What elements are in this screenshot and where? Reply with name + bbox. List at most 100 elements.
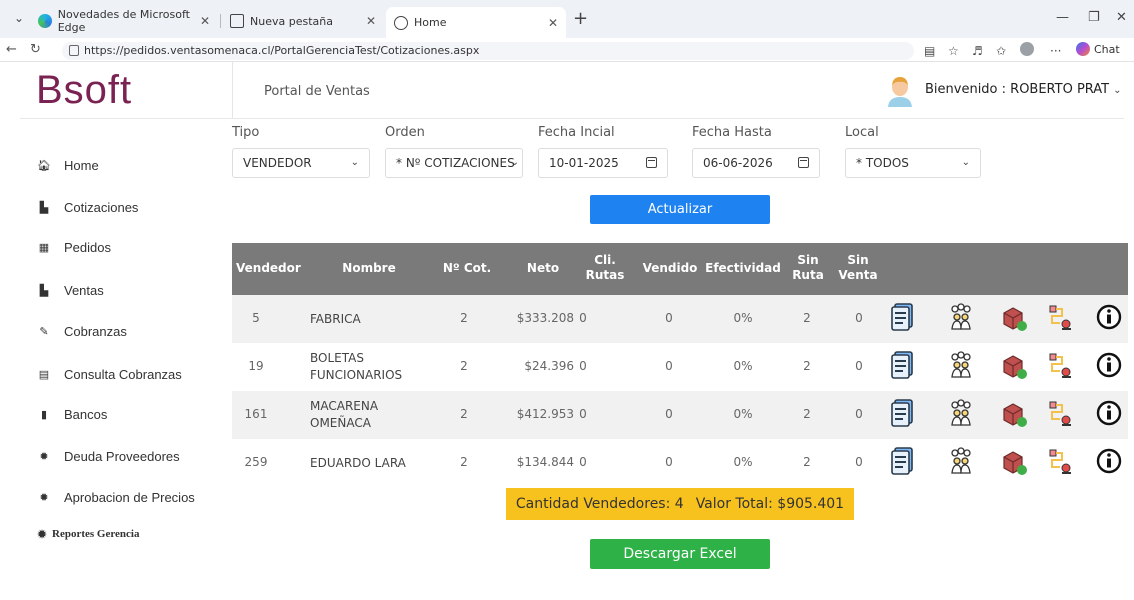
team-icon[interactable] — [948, 399, 974, 427]
sidebar-item-aprobacion-precios[interactable]: ✹ Aprobacion de Precios — [38, 490, 194, 505]
fecha-inicial-value: 10-01-2025 — [549, 156, 619, 170]
cell-ncot: 2 — [460, 359, 468, 373]
info-icon[interactable] — [1096, 399, 1122, 427]
cell-vendedor: 259 — [244, 455, 268, 469]
tab-divider — [220, 14, 221, 28]
table-row: 5 FABRICA 2 $333.208 0 0 0% 2 0 — [232, 295, 1128, 343]
minimize-icon[interactable]: — — [1056, 10, 1069, 25]
orden-select[interactable]: * Nº COTIZACIONES ⌄ — [385, 148, 523, 178]
back-icon[interactable]: ← — [6, 42, 17, 57]
cell-neto: $24.396 — [524, 359, 574, 373]
cell-cli-rutas: 0 — [579, 407, 587, 421]
sidebar-item-consulta-cobranzas[interactable]: ▤ Consulta Cobranzas — [38, 367, 182, 382]
cell-neto: $333.208 — [516, 311, 574, 325]
favorite-star-icon[interactable]: ☆ — [948, 44, 959, 58]
descargar-excel-button[interactable]: Descargar Excel — [590, 539, 770, 569]
close-tab-icon[interactable]: ✕ — [548, 16, 558, 30]
file-icon: ▙ — [39, 285, 49, 297]
cell-cli-rutas: 0 — [579, 455, 587, 469]
route-map-icon[interactable] — [1048, 448, 1074, 476]
cell-nombre: FABRICA — [310, 311, 420, 328]
actualizar-button[interactable]: Actualizar — [590, 195, 770, 224]
info-icon[interactable] — [1096, 351, 1122, 379]
package-check-icon[interactable] — [1002, 401, 1028, 429]
cell-vendedor: 19 — [248, 359, 264, 373]
new-tab-button[interactable]: + — [573, 8, 588, 29]
calendar-icon[interactable] — [798, 157, 809, 168]
team-icon[interactable] — [948, 447, 974, 475]
tab-label: Novedades de Microsoft Edge — [57, 8, 190, 34]
sidebar-item-reportes-gerencia[interactable]: ✹ Reportes Gerencia — [36, 528, 140, 541]
sidebar-item-ventas[interactable]: ▙ Ventas — [38, 283, 104, 298]
package-check-icon[interactable] — [1002, 305, 1028, 333]
cell-sin-ruta: 2 — [803, 359, 811, 373]
cell-neto: $134.844 — [516, 455, 574, 469]
copilot-chat-button[interactable]: Chat — [1076, 42, 1120, 56]
chevron-down-icon: ⌄ — [1113, 85, 1122, 96]
fecha-hasta-input[interactable]: 06-06-2026 — [692, 148, 820, 178]
sidebar-item-label: Pedidos — [64, 240, 111, 255]
restore-icon[interactable]: ❐ — [1088, 10, 1100, 25]
calendar-icon[interactable] — [646, 157, 657, 168]
sidebar-item-label: Bancos — [64, 407, 108, 422]
tab-new-tab[interactable]: Nueva pestaña ✕ — [222, 8, 384, 34]
cell-nombre: BOLETAS FUNCIONARIOS — [310, 350, 420, 384]
document-icon[interactable] — [890, 399, 916, 427]
edit-icon: ✎ — [39, 326, 49, 338]
list-icon: ▤ — [38, 369, 50, 381]
cell-efectividad: 0% — [733, 311, 753, 325]
local-select[interactable]: * TODOS ⌄ — [845, 148, 981, 178]
close-tab-icon[interactable]: ✕ — [366, 14, 376, 28]
reader-icon[interactable]: ▤ — [924, 44, 935, 58]
portal-title: Portal de Ventas — [264, 84, 370, 99]
cell-nombre-line1: MACARENA — [310, 399, 379, 413]
valor-total: Valor Total: $905.401 — [695, 496, 845, 512]
close-tab-icon[interactable]: ✕ — [200, 14, 210, 28]
user-menu[interactable]: Bienvenido : ROBERTO PRAT ⌄ — [925, 82, 1122, 97]
bsoft-logo[interactable]: Bsoft — [36, 65, 170, 115]
sidebar-item-cobranzas[interactable]: ✎ Cobranzas — [38, 324, 126, 339]
sidebar-item-label: Cotizaciones — [64, 200, 139, 215]
sidebar-item-cotizaciones[interactable]: ▙ Cotizaciones — [38, 200, 139, 215]
sidebar-item-label: Ventas — [64, 283, 104, 298]
route-map-icon[interactable] — [1048, 352, 1074, 380]
document-icon[interactable] — [890, 303, 916, 331]
route-map-icon[interactable] — [1048, 304, 1074, 332]
cell-vendido: 0 — [665, 407, 673, 421]
package-check-icon[interactable] — [1002, 353, 1028, 381]
cell-vendedor: 161 — [244, 407, 268, 421]
extension-icon[interactable]: ♬ — [972, 44, 983, 58]
page-scrollbar[interactable] — [1126, 132, 1131, 592]
col-vendido: Vendido — [642, 261, 698, 275]
tab-edge-news[interactable]: Novedades de Microsoft Edge ✕ — [30, 8, 218, 34]
team-icon[interactable] — [948, 303, 974, 331]
tab-home[interactable]: Home ✕ — [386, 7, 566, 38]
sidebar-item-home[interactable]: 🏠︎ Home — [37, 158, 99, 173]
cell-sin-venta: 0 — [855, 311, 863, 325]
chevron-down-icon: ⌄ — [961, 157, 970, 168]
cell-sin-ruta: 2 — [803, 455, 811, 469]
tipo-select[interactable]: VENDEDOR ⌄ — [232, 148, 370, 178]
sidebar-item-pedidos[interactable]: ▦ Pedidos — [38, 240, 111, 255]
info-icon[interactable] — [1096, 447, 1122, 475]
sidebar-item-bancos[interactable]: ▮ Bancos — [38, 407, 107, 422]
team-icon[interactable] — [948, 351, 974, 379]
fecha-inicial-input[interactable]: 10-01-2025 — [538, 148, 668, 178]
cell-nombre-line2: FUNCIONARIOS — [310, 368, 403, 382]
sidebar-item-deuda-proveedores[interactable]: ✹ Deuda Proveedores — [38, 449, 179, 464]
sidebar-item-label: Reportes Gerencia — [52, 528, 140, 540]
url-field[interactable]: https://pedidos.ventasomenaca.cl/PortalG… — [62, 42, 914, 60]
document-icon[interactable] — [890, 447, 916, 475]
refresh-icon[interactable]: ↻ — [30, 42, 41, 57]
user-avatar-icon[interactable] — [886, 75, 914, 107]
package-check-icon[interactable] — [1002, 449, 1028, 477]
route-map-icon[interactable] — [1048, 400, 1074, 428]
more-options-icon[interactable]: ··· — [1050, 44, 1061, 58]
profile-icon[interactable] — [1020, 42, 1034, 56]
tab-actions-chevron-icon[interactable]: ⌄ — [14, 11, 24, 25]
cell-neto: $412.953 — [516, 407, 574, 421]
favorites-icon[interactable]: ✩ — [996, 44, 1006, 58]
info-icon[interactable] — [1096, 303, 1122, 331]
document-icon[interactable] — [890, 351, 916, 379]
close-window-icon[interactable]: ✕ — [1116, 10, 1127, 25]
